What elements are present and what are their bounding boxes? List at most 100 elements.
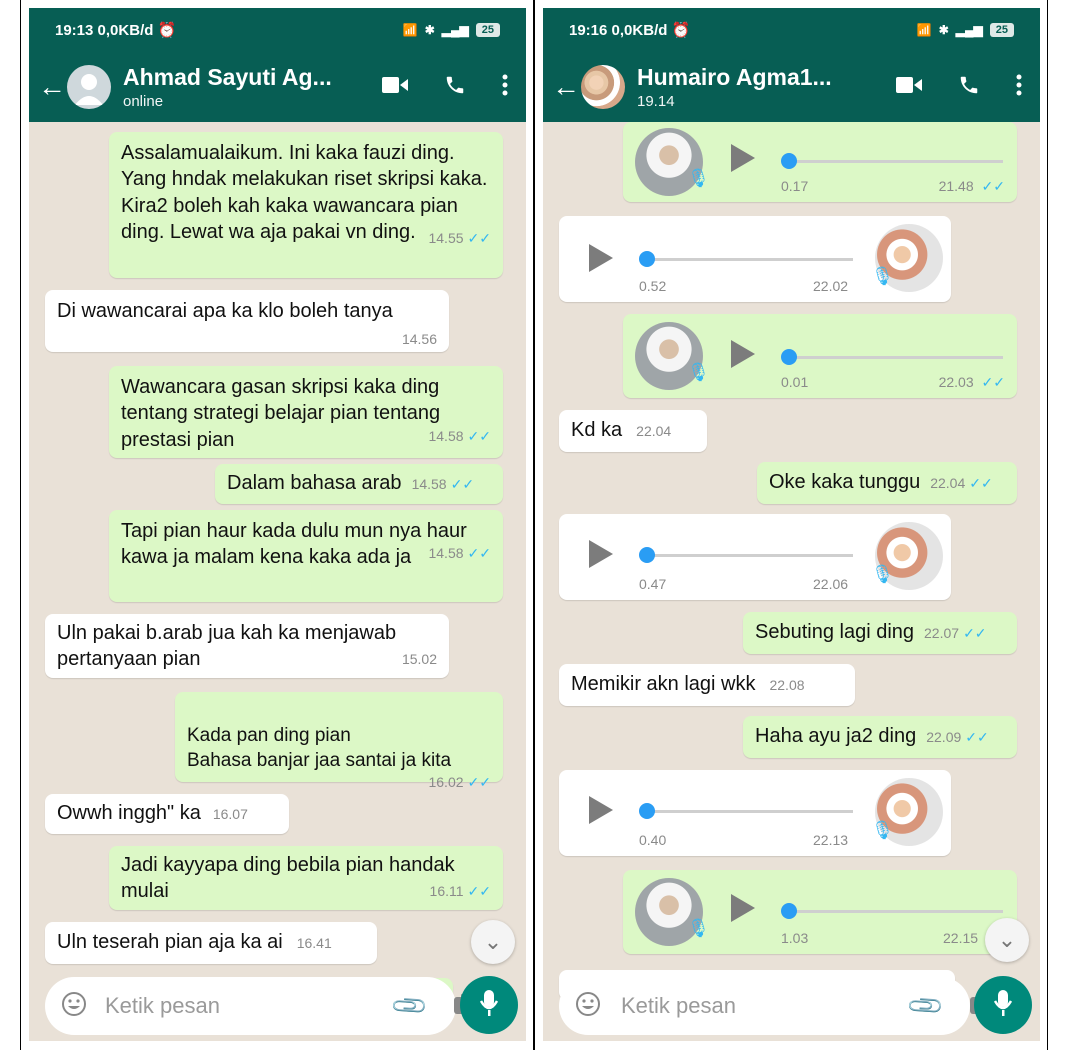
play-button[interactable] (731, 894, 755, 922)
audio-progress-handle[interactable] (639, 547, 655, 563)
double-check-icon: ✓✓ (467, 883, 491, 900)
voice-message-incoming[interactable]: 0.47 22.06 🎙 (559, 514, 951, 600)
contact-avatar[interactable] (581, 65, 625, 109)
left-screenshot-cell: 19:13 0,0KB/d ⏰ 📶 ✱ ▂▄▆ 25 ← Ahmad Sayut… (20, 0, 534, 1050)
message-outgoing[interactable]: Kada pan ding pian Bahasa banjar jaa san… (175, 692, 503, 790)
microphone-icon: 🎙 (687, 168, 710, 188)
microphone-icon: 🎙 (687, 918, 710, 938)
message-outgoing[interactable]: Dalam bahasa arab 14.58 ✓✓ (215, 464, 503, 504)
more-options-icon[interactable] (502, 74, 508, 101)
audio-progress-track[interactable] (785, 160, 1003, 163)
voice-message-outgoing[interactable]: 🎙 1.03 22.15 (623, 870, 1017, 954)
message-outgoing[interactable]: Haha ayu ja2 ding 22.09 ✓✓ (743, 716, 1017, 758)
message-time: 22.02 (813, 278, 849, 294)
contact-avatar[interactable] (67, 65, 111, 109)
message-text: Assalamualaikum. Ini kaka fauzi ding. Ya… (121, 142, 488, 244)
message-input[interactable] (103, 992, 395, 1020)
play-button[interactable] (589, 796, 613, 824)
microphone-icon: 🎙 (687, 362, 710, 382)
play-button[interactable] (731, 144, 755, 172)
play-button[interactable] (589, 244, 613, 272)
more-options-icon[interactable] (1016, 74, 1022, 101)
right-phone-screen: 19:16 0,0KB/d ⏰ 📶 ✱ ▂▄▆ 25 ← Humairo Agm… (543, 8, 1040, 1041)
scroll-down-button[interactable]: ⌄ (985, 918, 1029, 962)
chat-header: ← Humairo Agma1... 19.14 (543, 52, 1040, 122)
contact-info[interactable]: Humairo Agma1... 19.14 (637, 64, 896, 110)
microphone-icon (479, 989, 499, 1022)
voice-message-incoming[interactable]: 0.40 22.13 🎙 (559, 770, 951, 856)
message-input-bar: 📎 (559, 977, 994, 1035)
audio-progress-handle[interactable] (639, 251, 655, 267)
attachment-icon[interactable]: 📎 (389, 985, 431, 1027)
audio-progress-handle[interactable] (781, 153, 797, 169)
voice-call-icon[interactable] (958, 74, 980, 101)
alarm-icon: ⏰ (671, 22, 691, 39)
message-input-bar: 📎 (45, 977, 478, 1035)
double-check-icon: ✓✓ (981, 178, 1005, 194)
chat-area[interactable]: Assalamualaikum. Ini kaka fauzi ding. Ya… (29, 122, 526, 1041)
double-check-icon: ✓✓ (969, 475, 993, 491)
audio-progress-track[interactable] (645, 810, 853, 813)
message-time: 22.09 (926, 729, 962, 745)
network-speed: 0,0KB/d (611, 22, 668, 39)
scroll-down-button[interactable]: ⌄ (471, 920, 515, 964)
battery-indicator: 25 (475, 23, 500, 37)
audio-progress-track[interactable] (785, 910, 1003, 913)
message-outgoing[interactable]: Oke kaka tunggu 22.04 ✓✓ (757, 462, 1017, 504)
video-call-icon[interactable] (382, 76, 408, 99)
voice-record-button[interactable] (460, 976, 518, 1034)
microphone-icon: 🎙 (871, 266, 894, 286)
message-text: Jadi kayyapa ding bebila pian handak mul… (121, 854, 455, 903)
message-text: Kada pan ding pian Bahasa banjar jaa san… (187, 725, 452, 772)
audio-progress-handle[interactable] (781, 903, 797, 919)
message-outgoing[interactable]: Tapi pian haur kada dulu mun nya haur ka… (109, 510, 503, 602)
message-time: 14.56 (401, 331, 437, 348)
play-button[interactable] (589, 540, 613, 568)
message-outgoing[interactable]: Assalamualaikum. Ini kaka fauzi ding. Ya… (109, 132, 503, 278)
wifi-icon: 📶 (916, 23, 932, 37)
back-arrow-icon[interactable]: ← (551, 71, 581, 103)
signal-icon: ▂▄▆ (441, 23, 469, 37)
message-text: Tapi pian haur kada dulu mun nya haur ka… (121, 520, 467, 569)
audio-progress-track[interactable] (645, 258, 853, 261)
message-incoming[interactable]: Owwh inggh" ka 16.07 (45, 794, 289, 834)
bluetooth-icon: ✱ (424, 23, 435, 37)
network-speed: 0,0KB/d (97, 22, 154, 39)
emoji-icon[interactable] (575, 991, 601, 1022)
message-incoming[interactable]: Kd ka 22.04 (559, 410, 707, 452)
audio-progress-track[interactable] (645, 554, 853, 557)
audio-progress-handle[interactable] (781, 349, 797, 365)
message-incoming[interactable]: Uln pakai b.arab jua kah ka menjawab per… (45, 614, 449, 678)
play-button[interactable] (731, 340, 755, 368)
message-outgoing[interactable]: Jadi kayyapa ding bebila pian handak mul… (109, 846, 503, 910)
message-incoming[interactable]: Di wawancarai apa ka klo boleh tanya 14.5… (45, 290, 449, 352)
attachment-icon[interactable]: 📎 (905, 985, 947, 1027)
message-text: Memikir akn lagi wkk (571, 673, 756, 695)
message-time: 22.13 (813, 832, 849, 848)
message-incoming[interactable]: Memikir akn lagi wkk 22.08 (559, 664, 855, 706)
video-call-icon[interactable] (896, 76, 922, 99)
double-check-icon: ✓✓ (467, 230, 491, 247)
back-arrow-icon[interactable]: ← (37, 71, 67, 103)
message-time: 14.55 (428, 230, 464, 247)
chat-area[interactable]: 🎙 0.17 21.48 ✓✓ 0.52 22.02 🎙 🎙 0.01 22.0… (543, 122, 1040, 1041)
double-check-icon: ✓✓ (963, 625, 987, 641)
voice-message-outgoing[interactable]: 🎙 0.01 22.03 ✓✓ (623, 314, 1017, 398)
battery-indicator: 25 (989, 23, 1014, 37)
status-bar: 19:16 0,0KB/d ⏰ 📶 ✱ ▂▄▆ 25 (543, 8, 1040, 52)
contact-info[interactable]: Ahmad Sayuti Ag... online (123, 64, 382, 110)
message-text: Owwh inggh" ka (57, 802, 201, 824)
message-incoming[interactable]: Uln teserah pian aja ka ai 16.41 (45, 922, 377, 964)
voice-message-outgoing[interactable]: 🎙 0.17 21.48 ✓✓ (623, 122, 1017, 202)
voice-record-button[interactable] (974, 976, 1032, 1034)
voice-call-icon[interactable] (444, 74, 466, 101)
message-time: 16.02 (428, 774, 464, 791)
voice-message-incoming[interactable]: 0.52 22.02 🎙 (559, 216, 951, 302)
audio-progress-track[interactable] (785, 356, 1003, 359)
audio-progress-handle[interactable] (639, 803, 655, 819)
emoji-icon[interactable] (61, 991, 87, 1022)
voice-duration: 0.52 (639, 278, 667, 294)
message-input[interactable] (619, 992, 911, 1020)
message-outgoing[interactable]: Wawancara gasan skripsi kaka ding tentan… (109, 366, 503, 458)
message-outgoing[interactable]: Sebuting lagi ding 22.07 ✓✓ (743, 612, 1017, 654)
